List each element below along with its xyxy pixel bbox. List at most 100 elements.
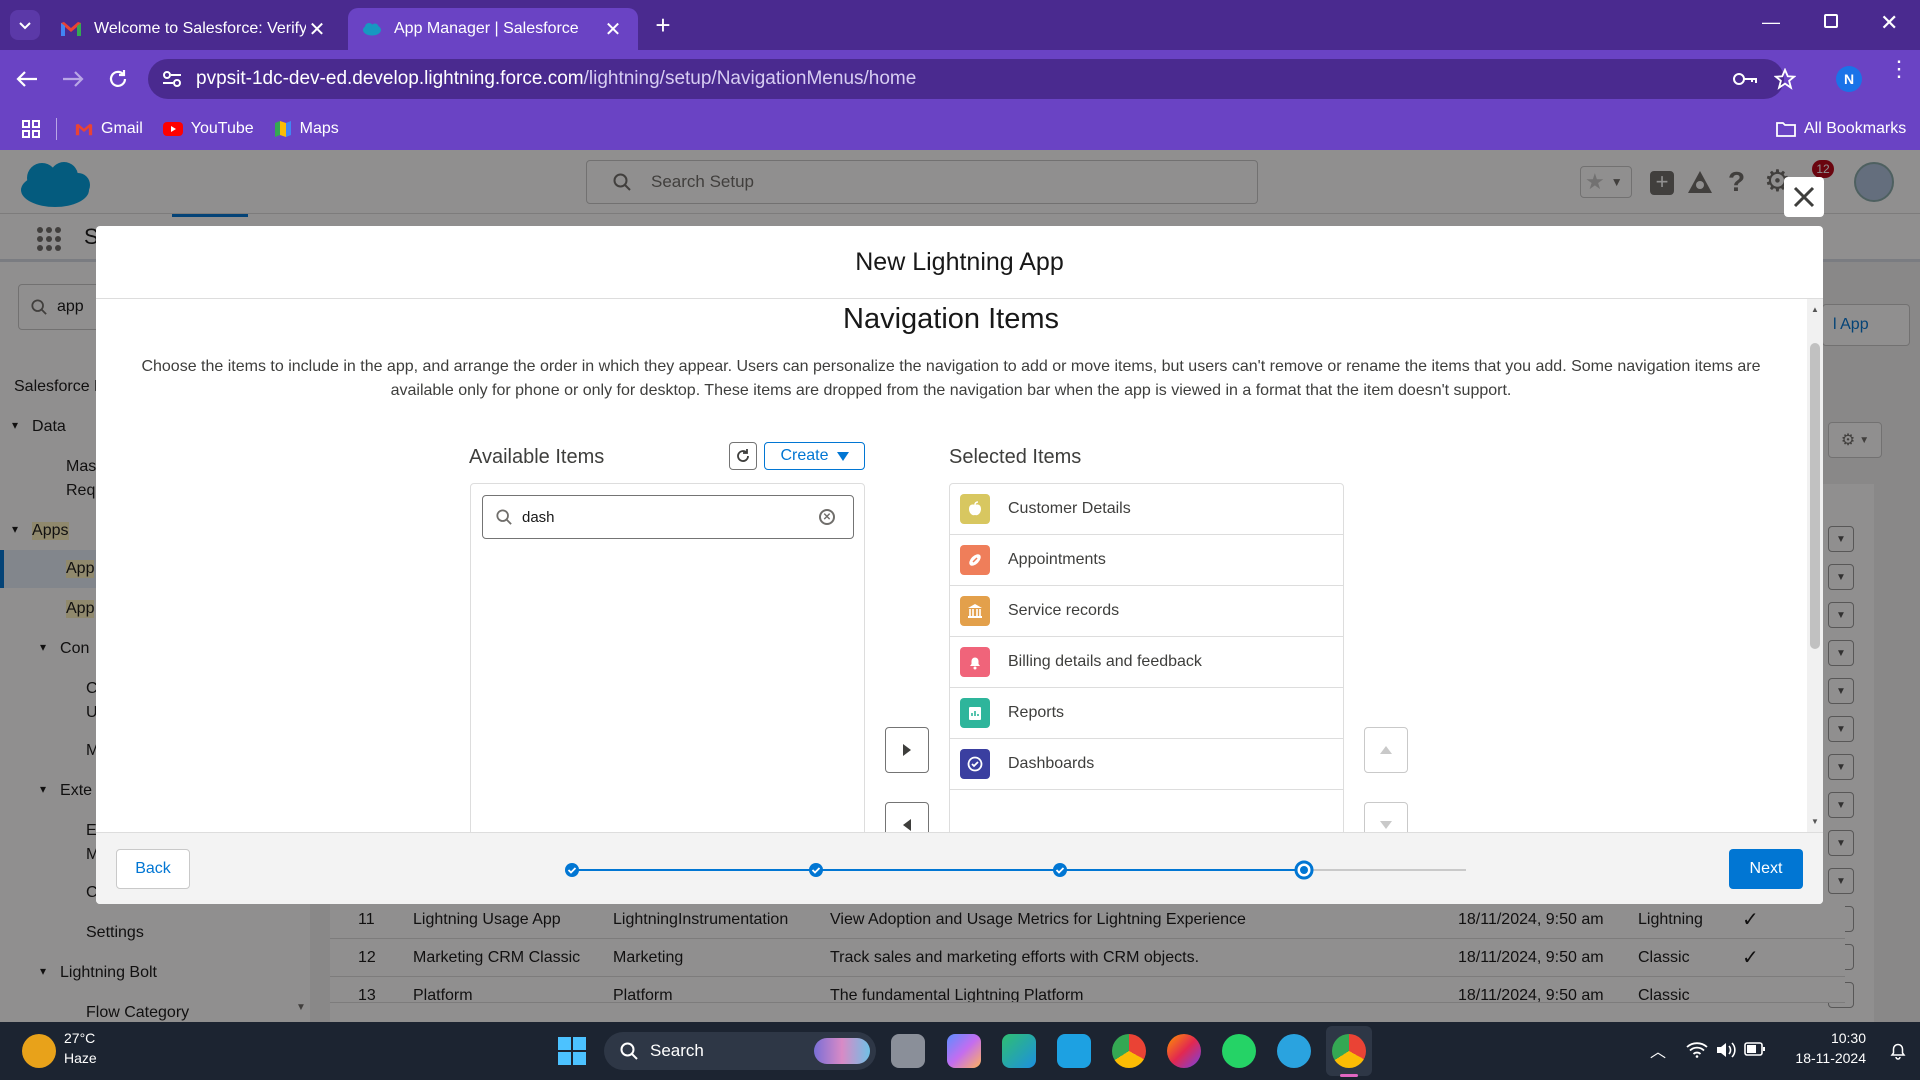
modal-title: New Lightning App	[855, 247, 1064, 276]
weather-temperature[interactable]: 27°C	[64, 1030, 95, 1046]
clock-time[interactable]: 10:30	[1798, 1030, 1866, 1046]
bell-icon	[960, 647, 990, 677]
available-items-label: Available Items	[469, 446, 605, 468]
wifi-icon[interactable]	[1686, 1042, 1708, 1058]
selected-item[interactable]: Service records	[950, 586, 1343, 637]
close-tab-icon[interactable]: ✕	[306, 17, 328, 42]
desktop-icon[interactable]	[1057, 1034, 1091, 1068]
selected-item[interactable]: Customer Details	[950, 484, 1343, 535]
dashboard-icon	[960, 749, 990, 779]
edge-icon[interactable]	[1002, 1034, 1036, 1068]
search-label: Search	[650, 1041, 704, 1060]
arrow-down-icon	[1380, 821, 1392, 829]
bookmark-gmail[interactable]: Gmail	[75, 120, 143, 138]
weather-description[interactable]: Haze	[64, 1050, 97, 1066]
bookmarks-bar: Gmail YouTube Maps All Bookmarks	[0, 108, 1920, 150]
folder-icon	[1776, 122, 1796, 137]
apps-grid-icon[interactable]	[22, 120, 40, 138]
clock-date[interactable]: 18-11-2024	[1778, 1050, 1866, 1066]
tab-app-manager[interactable]: App Manager | Salesforce ✕	[348, 8, 638, 50]
forward-arrow-icon[interactable]	[62, 70, 84, 88]
telegram-icon[interactable]	[1277, 1034, 1311, 1068]
browser-tab-strip: Welcome to Salesforce: Verify y ✕ App Ma…	[0, 0, 1920, 50]
taskbar-search[interactable]: Search	[604, 1032, 876, 1070]
button-label: Back	[135, 860, 171, 877]
move-left-button[interactable]	[885, 802, 929, 832]
move-right-button[interactable]	[885, 727, 929, 773]
scroll-up-icon[interactable]: ▲	[1811, 305, 1819, 314]
password-key-icon[interactable]	[1732, 70, 1758, 88]
selected-item[interactable]: Billing details and feedback	[950, 637, 1343, 688]
progress-step-complete[interactable]	[809, 863, 823, 877]
arrow-right-icon	[903, 744, 911, 756]
scrollbar-thumb[interactable]	[1810, 343, 1820, 649]
button-label: Create	[780, 447, 829, 464]
reload-icon[interactable]	[107, 68, 129, 90]
report-icon	[960, 698, 990, 728]
progress-step-complete[interactable]	[565, 863, 579, 877]
selected-items-list[interactable]: Customer Details Appointments Service re…	[949, 483, 1344, 832]
task-view-icon[interactable]	[891, 1034, 925, 1068]
notification-bell-icon[interactable]	[1890, 1042, 1906, 1060]
modal-body: Navigation Items Choose the items to inc…	[96, 299, 1823, 832]
available-items-list[interactable]: dash ✕	[470, 483, 865, 832]
next-button[interactable]: Next	[1729, 849, 1803, 889]
weather-haze-icon[interactable]	[22, 1034, 56, 1068]
close-window-icon[interactable]: ✕	[1880, 10, 1898, 36]
arrow-left-icon	[903, 819, 911, 831]
profile-avatar[interactable]: N	[1836, 66, 1862, 92]
bookmark-youtube[interactable]: YouTube	[162, 120, 254, 138]
section-title: Navigation Items	[843, 303, 1059, 335]
address-bar[interactable]: pvpsit-1dc-dev-ed.develop.lightning.forc…	[148, 59, 1796, 99]
arrow-up-icon	[1380, 746, 1392, 754]
back-button[interactable]: Back	[116, 849, 190, 889]
clear-search-icon[interactable]: ✕	[819, 509, 835, 525]
active-indicator	[1340, 1074, 1358, 1077]
create-button[interactable]: Create	[764, 442, 865, 470]
tab-search-button[interactable]	[10, 10, 40, 40]
bookmark-star-icon[interactable]	[1774, 68, 1796, 90]
scroll-down-icon[interactable]: ▼	[1811, 817, 1819, 826]
browser-toolbar: pvpsit-1dc-dev-ed.develop.lightning.forc…	[0, 50, 1920, 108]
selected-item[interactable]: Reports	[950, 688, 1343, 739]
button-label: Next	[1749, 860, 1783, 877]
copilot-icon[interactable]	[947, 1034, 981, 1068]
all-bookmarks[interactable]: All Bookmarks	[1776, 108, 1906, 150]
new-lightning-app-modal: New Lightning App Navigation Items Choos…	[96, 226, 1823, 904]
chrome-profile-icon[interactable]	[1332, 1034, 1366, 1068]
youtube-icon	[162, 122, 183, 136]
volume-icon[interactable]	[1716, 1042, 1736, 1058]
new-tab-button[interactable]: +	[650, 10, 676, 40]
selected-item-label: Billing details and feedback	[1008, 653, 1202, 670]
site-settings-icon[interactable]	[162, 70, 182, 88]
selected-item-label: Service records	[1008, 602, 1120, 619]
refresh-button[interactable]	[729, 442, 757, 470]
progress-indicator	[565, 860, 1466, 880]
selected-item[interactable]: Dashboards	[950, 739, 1343, 790]
browser-menu-icon[interactable]: ⋮	[1888, 58, 1910, 80]
selected-item-label: Dashboards	[1008, 755, 1095, 772]
modal-scrollbar[interactable]: ▲ ▼	[1807, 299, 1823, 832]
battery-icon[interactable]	[1744, 1042, 1766, 1056]
apple-icon	[960, 494, 990, 524]
move-down-button[interactable]	[1364, 802, 1408, 832]
chevron-up-icon[interactable]: ︿	[1650, 1038, 1666, 1062]
progress-step-complete[interactable]	[1053, 863, 1067, 877]
selected-item[interactable]: Appointments	[950, 535, 1343, 586]
move-up-button[interactable]	[1364, 727, 1408, 773]
bookmark-maps[interactable]: Maps	[274, 120, 339, 138]
close-tab-icon[interactable]: ✕	[602, 17, 624, 42]
firefox-icon[interactable]	[1167, 1034, 1201, 1068]
minimize-icon[interactable]: —	[1762, 12, 1780, 33]
whatsapp-icon[interactable]	[1222, 1034, 1256, 1068]
back-arrow-icon[interactable]	[16, 70, 38, 88]
chrome-icon[interactable]	[1112, 1034, 1146, 1068]
restore-icon[interactable]	[1824, 14, 1838, 28]
windows-start-icon[interactable]	[557, 1036, 587, 1066]
available-items-search[interactable]: dash ✕	[482, 495, 854, 539]
gmail-icon	[75, 123, 93, 135]
close-modal-button[interactable]	[1784, 177, 1824, 217]
tab-gmail[interactable]: Welcome to Salesforce: Verify y ✕	[46, 8, 342, 50]
all-bookmarks-label: All Bookmarks	[1804, 120, 1907, 137]
divider	[56, 118, 57, 140]
